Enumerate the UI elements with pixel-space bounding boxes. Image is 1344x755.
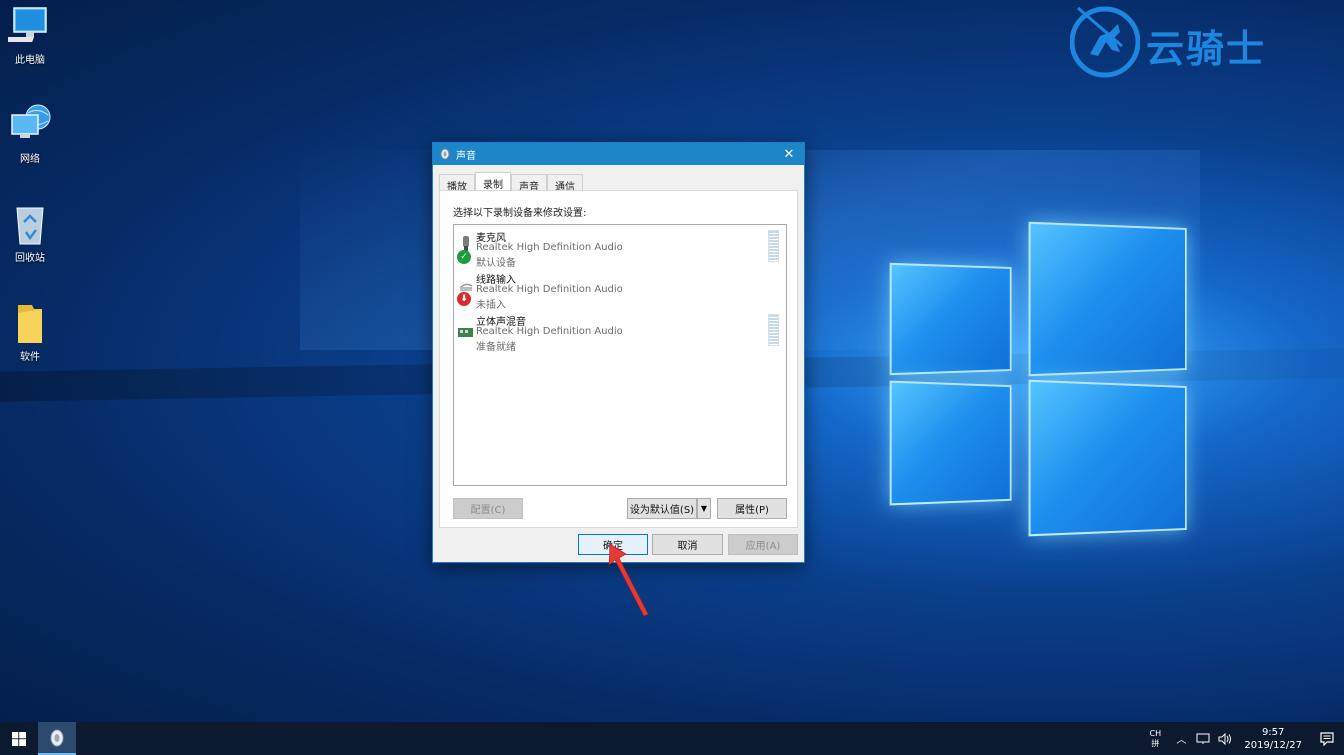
annotation-arrow-icon xyxy=(608,543,649,617)
tab-recording[interactable]: 录制 xyxy=(475,172,511,191)
volume-tray-button[interactable] xyxy=(1217,731,1233,747)
clock-date: 2019/12/27 xyxy=(1244,739,1302,751)
default-check-icon: ✓ xyxy=(457,250,471,264)
network-tray-button[interactable] xyxy=(1195,731,1211,747)
device-status: 默认设备 xyxy=(476,258,516,269)
device-driver: Realtek High Definition Audio xyxy=(476,326,623,337)
taskbar-app-sound[interactable] xyxy=(38,722,76,755)
desktop-icon-recycle-bin[interactable]: 回收站 xyxy=(4,202,56,264)
desktop-icon-label: 软件 xyxy=(20,352,40,363)
desktop-icon-network[interactable]: 网络 xyxy=(4,103,56,165)
tab-strip: 播放 录制 声音 通信 xyxy=(439,172,583,193)
list-item[interactable]: ✓ 麦克风 Realtek High Definition Audio 默认设备 xyxy=(454,227,786,269)
network-icon xyxy=(8,103,52,147)
close-button[interactable]: ✕ xyxy=(774,143,804,165)
recording-tab-panel: 选择以下录制设备来修改设置: ✓ 麦克风 Realtek High Defini… xyxy=(439,190,798,528)
dialog-title-bar[interactable]: 声音 ✕ xyxy=(433,143,804,165)
level-meter xyxy=(768,230,779,262)
cancel-button[interactable]: 取消 xyxy=(652,534,723,555)
action-center-button[interactable] xyxy=(1310,722,1344,755)
desktop-icon-software-folder[interactable]: 软件 xyxy=(4,301,56,363)
device-status: 未插入 xyxy=(476,300,506,311)
desktop-icon-this-pc[interactable]: 此电脑 xyxy=(4,4,56,66)
chevron-up-icon: ︿ xyxy=(1176,735,1187,746)
folder-icon xyxy=(8,301,52,345)
device-status: 准备就绪 xyxy=(476,342,516,353)
volume-icon xyxy=(1218,732,1232,745)
clock[interactable]: 9:57 2019/12/27 xyxy=(1244,726,1302,752)
knight-logo-icon xyxy=(1069,6,1141,78)
notification-icon xyxy=(1320,731,1334,746)
set-default-dropdown[interactable]: ▼ xyxy=(697,498,711,519)
start-button[interactable] xyxy=(0,722,38,755)
device-driver: Realtek High Definition Audio xyxy=(476,284,623,295)
list-item[interactable]: ⬇ 线路输入 Realtek High Definition Audio 未插入 xyxy=(454,269,786,311)
recycle-bin-icon xyxy=(8,202,52,246)
show-hidden-icons-button[interactable]: ︿ xyxy=(1173,731,1189,747)
windows-start-icon xyxy=(12,731,26,746)
close-icon: ✕ xyxy=(783,146,795,162)
set-default-button[interactable]: 设为默认值(S) xyxy=(627,498,697,519)
windows-wallpaper-logo xyxy=(885,221,1197,537)
ime-language: CH xyxy=(1149,728,1162,738)
apply-button[interactable]: 应用(A) xyxy=(728,534,798,555)
brand-text: 云骑士 xyxy=(1146,27,1267,71)
device-driver: Realtek High Definition Audio xyxy=(476,242,623,253)
dialog-title: 声音 xyxy=(456,150,476,162)
speaker-icon xyxy=(50,729,64,746)
configure-button[interactable]: 配置(C) xyxy=(453,498,523,519)
level-meter xyxy=(768,314,779,346)
system-tray: CH 拼 ︿ 9:57 2019/12/27 xyxy=(1146,722,1344,755)
instruction-text: 选择以下录制设备来修改设置: xyxy=(453,208,587,219)
ime-mode: 拼 xyxy=(1151,738,1160,748)
tab-sounds[interactable]: 声音 xyxy=(511,174,547,193)
desktop-icon-label: 回收站 xyxy=(15,253,45,264)
chevron-down-icon: ▼ xyxy=(700,504,708,513)
desktop-icon-label: 此电脑 xyxy=(15,55,45,66)
list-item[interactable]: 立体声混音 Realtek High Definition Audio 准备就绪 xyxy=(454,311,786,353)
device-list[interactable]: ✓ 麦克风 Realtek High Definition Audio 默认设备… xyxy=(453,224,787,486)
desktop-icon-label: 网络 xyxy=(20,154,40,165)
sound-dialog: 声音 ✕ 播放 录制 声音 通信 选择以下录制设备来修改设置: ✓ 麦克风 Re… xyxy=(432,142,805,563)
taskbar: CH 拼 ︿ 9:57 2019/12/27 xyxy=(0,722,1344,755)
computer-icon xyxy=(4,4,52,48)
input-method-indicator[interactable]: CH 拼 xyxy=(1146,729,1164,749)
speaker-icon xyxy=(440,148,450,160)
unplugged-arrow-icon: ⬇ xyxy=(457,292,471,306)
properties-button[interactable]: 属性(P) xyxy=(717,498,787,519)
tab-communications[interactable]: 通信 xyxy=(547,174,583,193)
brand-logo: 云骑士 xyxy=(1069,2,1320,82)
network-icon xyxy=(1196,733,1210,744)
tab-playback[interactable]: 播放 xyxy=(439,174,475,193)
sound-card-icon xyxy=(458,328,473,337)
clock-time: 9:57 xyxy=(1261,726,1285,738)
